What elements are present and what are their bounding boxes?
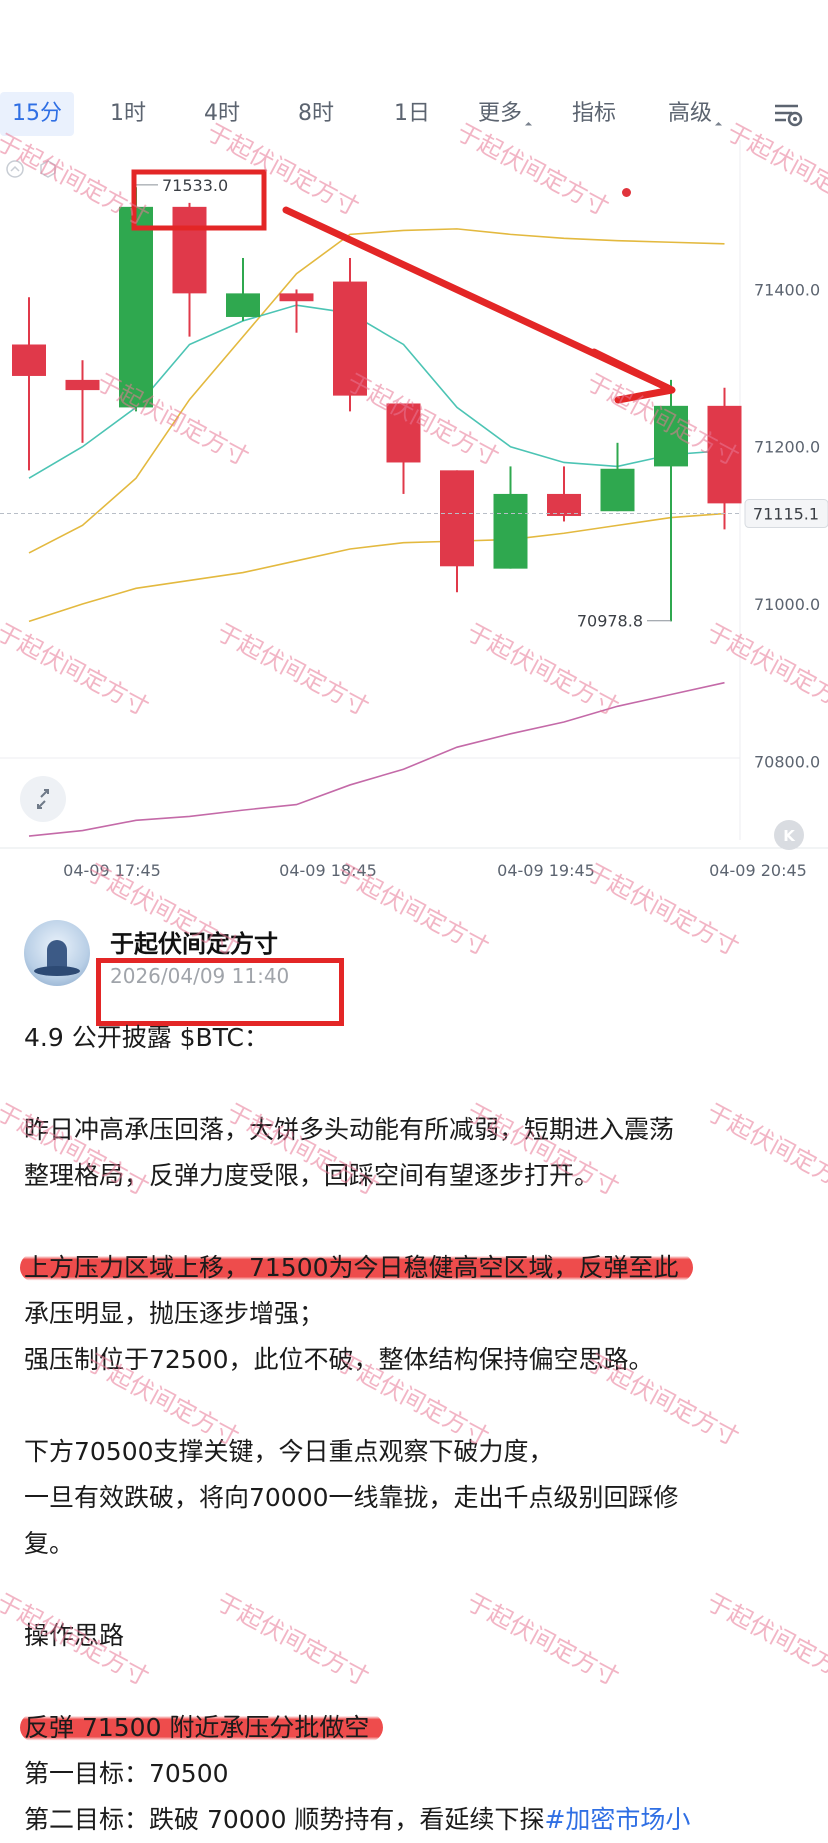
tab-1h[interactable]: 1时 (110, 92, 146, 136)
candle-body (600, 468, 635, 512)
trend-arrow-head (590, 348, 676, 404)
post-line: 4.9 公开披露 $BTC： (24, 1023, 269, 1052)
post-line: 操作思路 (24, 1621, 125, 1650)
tab-advanced[interactable]: 高级 (668, 92, 723, 136)
expand-icon[interactable] (20, 776, 66, 822)
post-line: 第一目标：70500 (24, 1759, 229, 1788)
candle-body (333, 281, 367, 396)
candle-body (65, 379, 100, 391)
tab-advanced-label: 高级 (668, 101, 713, 126)
avatar[interactable] (24, 920, 90, 986)
ma-purple-line (28, 681, 725, 837)
candlestick-chart[interactable]: 71400.0 71200.0 71000.0 70800.0 04-09 17:45 0… (0, 140, 828, 880)
price-tick-label: 71200.0 (754, 438, 820, 457)
post-body: 4.9 公开披露 $BTC： 昨日冲高承压回落，大饼多头动能有所减弱，短期进入震… (20, 1015, 814, 1843)
last-price-label: 71115.1 (753, 505, 819, 524)
time-tick-label: 04-09 18:45 (279, 861, 377, 880)
price-tick-label: 71400.0 (754, 280, 820, 299)
candle-body (119, 206, 153, 408)
post-line: 一旦有效跌破，将向70000一线靠拢，走出千点级别回踩修 (24, 1483, 679, 1512)
chart-settings-icon[interactable] (772, 100, 804, 128)
low-label: 70978.8 (577, 612, 643, 631)
chart-controls (4, 158, 64, 180)
candle-body (547, 493, 581, 516)
tab-4h[interactable]: 4时 (204, 92, 240, 136)
post-line: 承压明显，抛压逐步增强； (24, 1299, 325, 1328)
candle-body (493, 493, 528, 569)
hexagon-icon (40, 160, 56, 178)
time-tick-label: 04-09 19:45 (497, 861, 595, 880)
price-axis: 71400.0 71200.0 71000.0 70800.0 04-09 17:45 0… (63, 280, 820, 880)
candle-body (226, 293, 260, 317)
ma-lower-yellow-line (28, 512, 725, 623)
time-tick-label: 04-09 20:45 (709, 861, 807, 880)
post-line: 复。 (24, 1529, 75, 1558)
timeframe-tabs: 15分 1时 4时 8时 1日 更多 指标 高级 (0, 92, 828, 197)
high-label: 71533.0 (162, 176, 228, 195)
post-line-highlighted: 上方压力区域上移，71500为今日稳健高空区域，反弹至此 (20, 1245, 814, 1291)
candle-body (279, 293, 314, 302)
tab-8h[interactable]: 8时 (298, 92, 334, 136)
chevron-down-icon (714, 121, 723, 130)
candle-body (440, 470, 474, 567)
svg-text:K: K (783, 827, 796, 845)
candle-body (172, 206, 207, 294)
author-name[interactable]: 于起伏间定方寸 (110, 924, 278, 959)
highlight-mark: 上方压力区域上移，71500为今日稳健高空区域，反弹至此 (20, 1253, 693, 1282)
post-line-highlighted: 反弹 71500 附近承压分批做空 (20, 1705, 814, 1751)
candle-body (12, 344, 46, 376)
tab-indicators-label: 指标 (572, 101, 617, 126)
price-tick-label: 70800.0 (754, 752, 820, 771)
tab-indicators[interactable]: 指标 (572, 92, 616, 136)
candle-body (707, 405, 742, 504)
post-line: 下方70500支撑关键，今日重点观察下破力度， (24, 1437, 554, 1466)
post-line: 强压制位于72500，此位不破，整体结构保持偏空思路。 (24, 1345, 654, 1374)
candle-body (654, 405, 688, 467)
hashtag-link[interactable]: #加密市场小 (544, 1805, 690, 1834)
post-line-text: 第二目标：跌破 70000 顺势持有，看延续下探 (24, 1805, 545, 1834)
tab-more[interactable]: 更多 (478, 92, 533, 136)
post-line: 整理格局，反弹力度受限，回踩空间有望逐步打开。 (24, 1161, 600, 1190)
scroll-to-latest-icon[interactable]: K (774, 820, 804, 850)
post-line: 昨日冲高承压回落，大饼多头动能有所减弱，短期进入震荡 (24, 1115, 675, 1144)
tab-more-label: 更多 (478, 101, 523, 126)
post-line: 第二目标：跌破 70000 顺势持有，看延续下探#加密市场小 (24, 1797, 814, 1843)
highlight-mark: 反弹 71500 附近承压分批做空 (20, 1713, 384, 1742)
tab-1d[interactable]: 1日 (394, 92, 430, 136)
tab-15m[interactable]: 15分 (0, 92, 74, 136)
price-tick-label: 71000.0 (754, 595, 820, 614)
chevron-down-icon (524, 121, 533, 130)
collapse-icon (6, 160, 24, 178)
time-tick-label: 04-09 17:45 (63, 861, 161, 880)
candle-body (386, 403, 421, 463)
